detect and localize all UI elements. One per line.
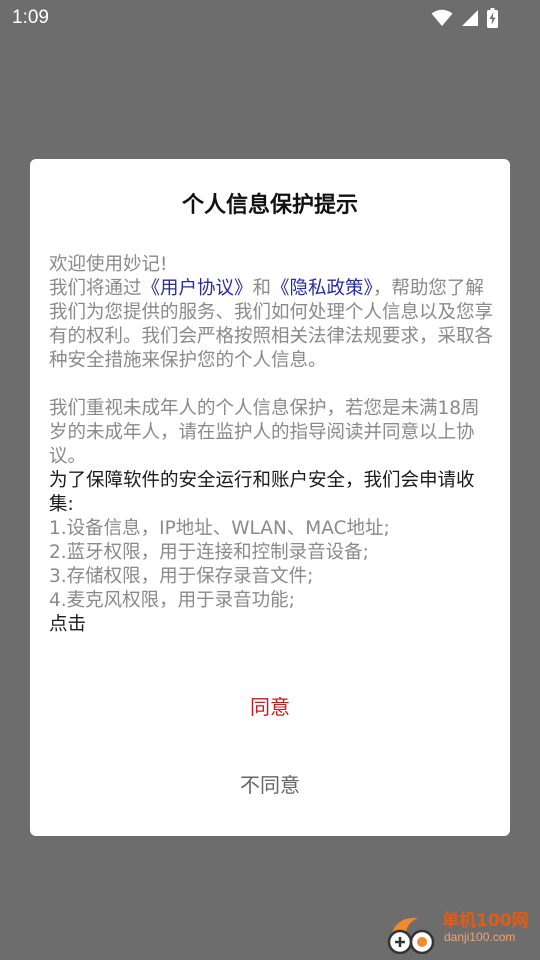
permission-item: 3.存储权限，用于保存录音文件; — [49, 566, 314, 587]
click-text: 点击 — [49, 614, 87, 635]
dialog-body[interactable]: 欢迎使用妙记! 我们将通过《用户协议》和《隐私政策》，帮助您了解我们为您提供的服… — [49, 253, 494, 637]
permission-item: 4.麦克风权限，用于录音功能; — [49, 590, 295, 611]
permission-item: 1.设备信息，IP地址、WLAN、MAC地址; — [49, 518, 390, 539]
privacy-dialog: 个人信息保护提示 欢迎使用妙记! 我们将通过《用户协议》和《隐私政策》，帮助您了… — [30, 159, 510, 836]
watermark-title: 单机100网 — [442, 911, 529, 931]
status-bar: 1:09 — [0, 0, 540, 36]
agreement-intro-text: 我们将通过 — [49, 278, 142, 299]
welcome-text: 欢迎使用妙记! — [49, 254, 168, 275]
privacy-policy-link[interactable]: 《隐私政策》 — [271, 278, 373, 299]
agreement-paragraph: 我们将通过《用户协议》和《隐私政策》，帮助您了解我们为您提供的服务、我们如何处理… — [49, 277, 494, 373]
user-agreement-link[interactable]: 《用户协议》 — [142, 278, 253, 299]
watermark: 单机100网 danji100.com — [384, 906, 534, 955]
status-time: 1:09 — [12, 7, 49, 28]
status-icons — [431, 7, 498, 29]
agreement-and-text: 和 — [252, 278, 272, 299]
dialog-title: 个人信息保护提示 — [181, 193, 358, 218]
watermark-url: danji100.com — [444, 930, 516, 944]
disagree-button[interactable]: 不同意 — [30, 761, 510, 809]
permission-item: 2.蓝牙权限，用于连接和控制录音设备; — [49, 542, 369, 563]
wifi-icon — [431, 9, 453, 27]
watermark-logo-icon — [384, 910, 440, 955]
minor-protection-paragraph: 我们重视未成年人的个人信息保护，若您是未满18周岁的未成年人，请在监护人的指导阅… — [49, 398, 480, 467]
battery-charging-icon — [487, 8, 498, 28]
permissions-intro: 为了保障软件的安全运行和账户安全，我们会申请收集: — [49, 470, 475, 515]
cell-signal-icon — [461, 9, 479, 27]
agree-button[interactable]: 同意 — [30, 683, 510, 731]
